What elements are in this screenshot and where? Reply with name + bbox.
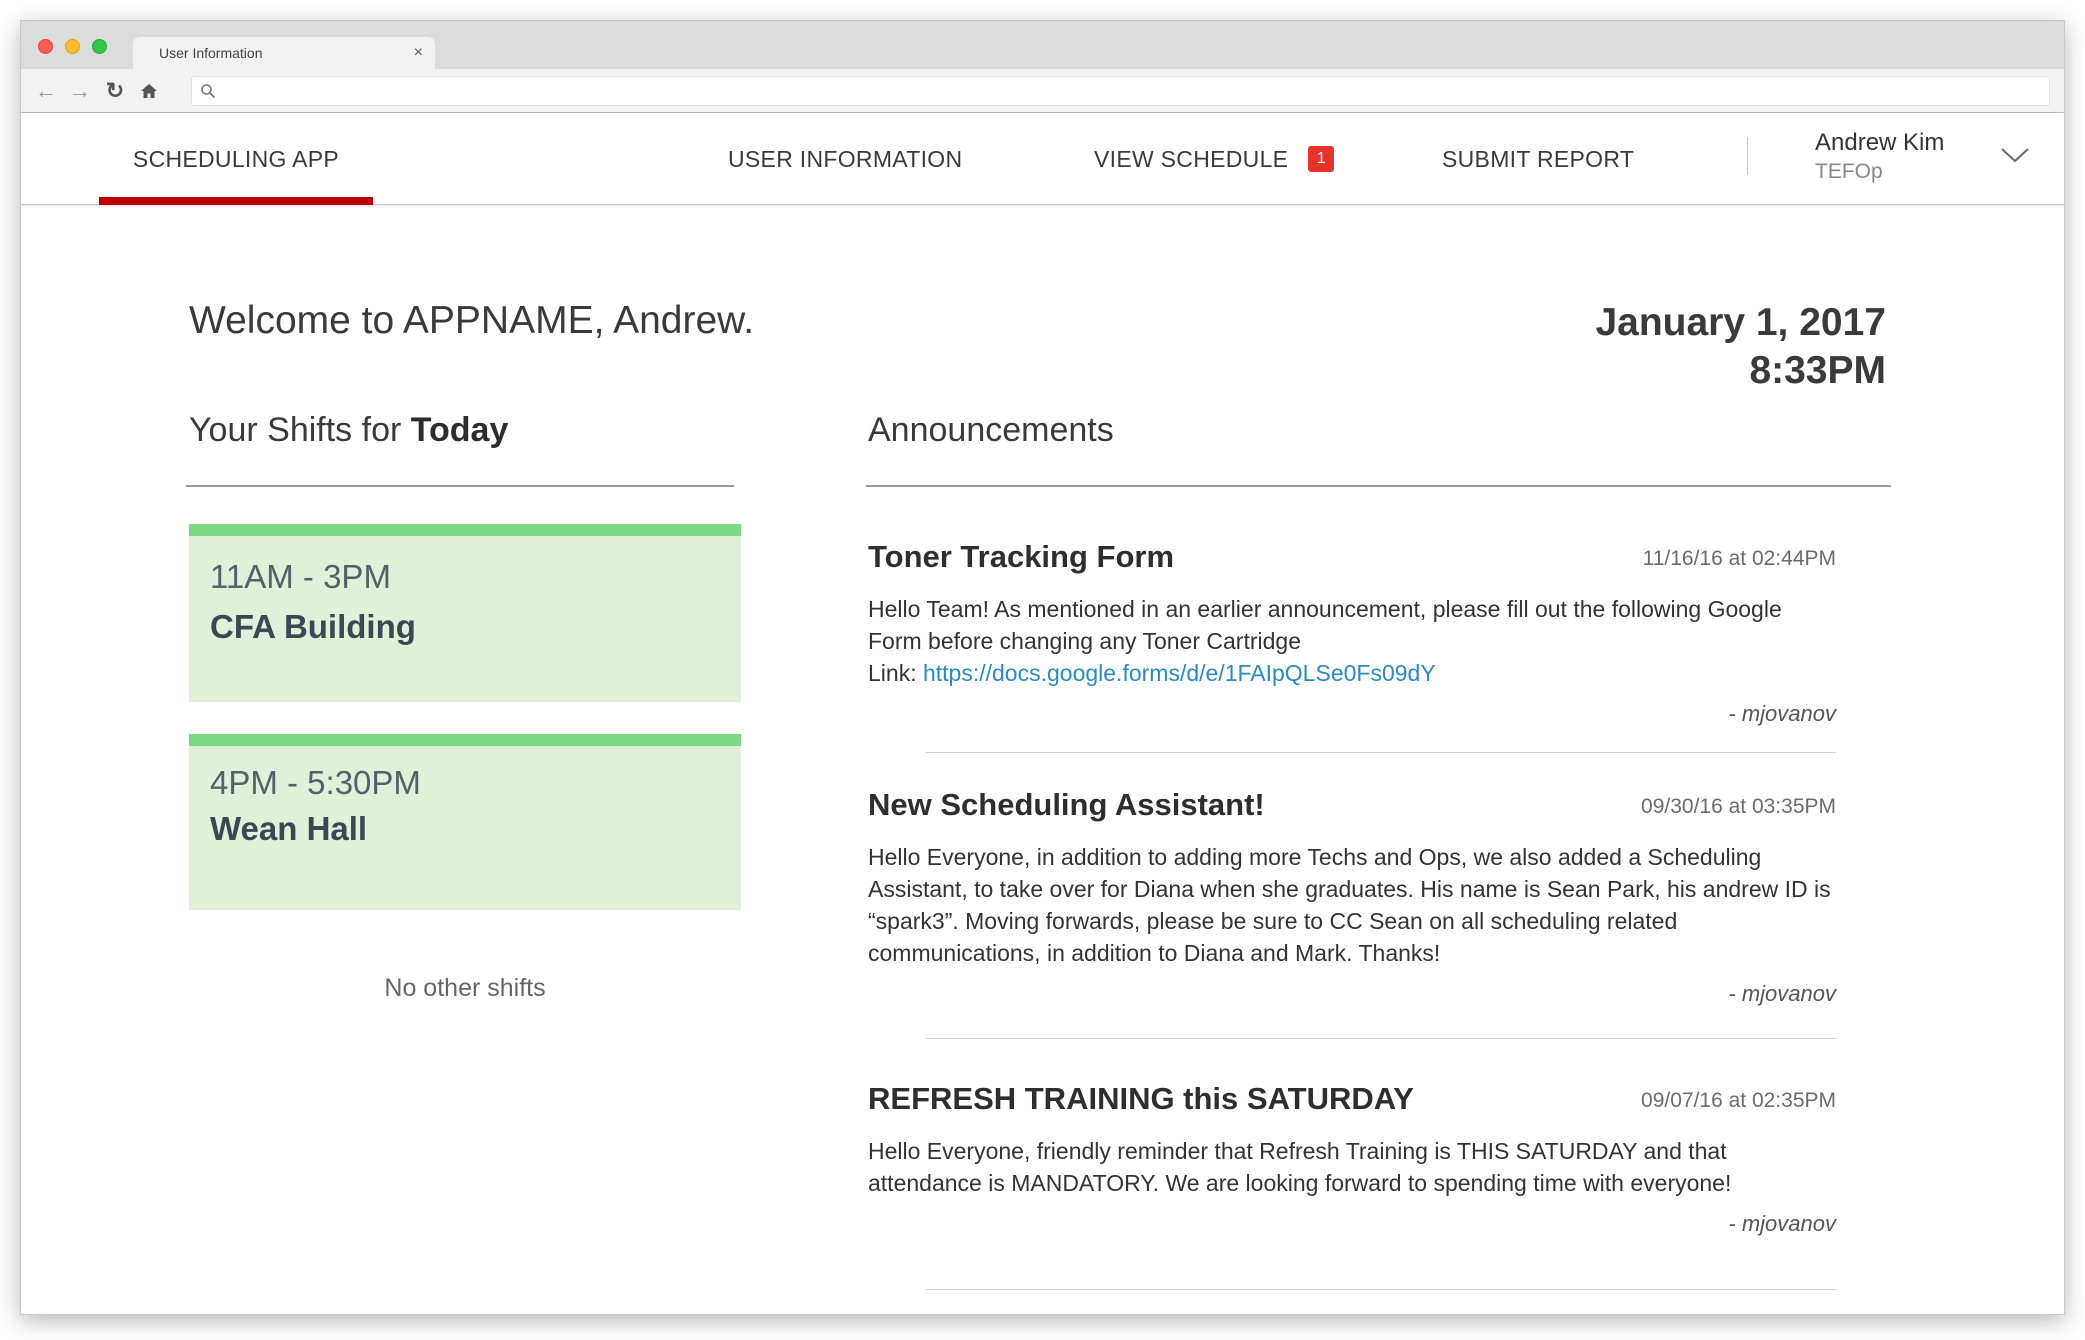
current-time: 8:33PM [1749, 349, 1886, 392]
current-datetime: January 1, 2017 8:33PM [1595, 299, 1886, 395]
nav-divider [1747, 137, 1748, 175]
announcement-title: Toner Tracking Form [868, 539, 1175, 574]
no-other-shifts-text: No other shifts [384, 974, 546, 1002]
user-role: TEFOp [1815, 160, 1883, 183]
welcome-heading: Welcome to APPNAME, Andrew. [189, 299, 755, 342]
chevron-down-icon[interactable] [2000, 145, 2030, 165]
shift-location: CFA Building [210, 608, 416, 645]
announcement-date: 09/07/16 at 02:35PM [1641, 1089, 1836, 1112]
active-tab-indicator [99, 197, 373, 205]
announcement-title: New Scheduling Assistant! [868, 787, 1265, 822]
shifts-title-today: Today [410, 411, 509, 449]
shift-card[interactable]: 4PM - 5:30PM Wean Hall [189, 734, 741, 910]
shifts-section-title: Your Shifts for Today [189, 411, 508, 450]
reload-icon[interactable]: ↻ [100, 76, 130, 106]
home-icon[interactable] [134, 76, 164, 106]
shift-time: 4PM - 5:30PM [210, 764, 421, 801]
minimize-window-button[interactable] [65, 39, 80, 54]
announcement-author: - mjovanov [1728, 701, 1836, 726]
search-icon [201, 84, 216, 99]
browser-tab-bar: User Information × [21, 21, 2064, 69]
browser-toolbar: ← → ↻ [21, 69, 2064, 113]
current-date: January 1, 2017 [1595, 301, 1886, 344]
announcement-item: Toner Tracking Form 11/16/16 at 02:44PM … [868, 539, 1836, 727]
address-bar[interactable] [191, 76, 2050, 106]
shifts-title-prefix: Your Shifts for [189, 411, 411, 449]
maximize-window-button[interactable] [92, 39, 107, 54]
announcements-divider [866, 485, 1891, 487]
nav-user-information[interactable]: USER INFORMATION [728, 113, 962, 205]
announcements-section-title: Announcements [868, 411, 1114, 449]
user-menu[interactable]: Andrew Kim TEFOp [1815, 128, 1944, 186]
nav-view-schedule[interactable]: VIEW SCHEDULE 1 [1094, 113, 1335, 205]
announcement-separator [926, 1038, 1836, 1039]
announcement-author: - mjovanov [1728, 1211, 1836, 1236]
announcement-date: 09/30/16 at 03:35PM [1641, 795, 1836, 818]
shift-location: Wean Hall [210, 810, 368, 847]
app-navbar: SCHEDULING APP USER INFORMATION VIEW SCH… [21, 113, 2064, 205]
announcement-separator [926, 1289, 1836, 1290]
browser-tab-title: User Information [159, 45, 263, 61]
announcement-body: Hello Team! As mentioned in an earlier a… [868, 593, 1836, 689]
announcement-title: REFRESH TRAINING this SATURDAY [868, 1081, 1414, 1116]
announcement-body: Hello Everyone, friendly reminder that R… [868, 1138, 1732, 1196]
announcement-link-label: Link: [868, 660, 923, 686]
nav-view-schedule-label: VIEW SCHEDULE [1094, 146, 1289, 172]
announcement-link[interactable]: https://docs.google.forms/d/e/1FAIpQLSe0… [923, 660, 1436, 686]
close-icon[interactable]: × [414, 37, 423, 69]
announcement-item: REFRESH TRAINING this SATURDAY 09/07/16 … [868, 1081, 1836, 1237]
announcement-date: 11/16/16 at 02:44PM [1642, 547, 1836, 570]
announcement-item: New Scheduling Assistant! 09/30/16 at 03… [868, 787, 1836, 1007]
forward-arrow-icon[interactable]: → [65, 76, 95, 106]
announcement-text: Hello Team! As mentioned in an earlier a… [868, 596, 1782, 654]
announcement-author: - mjovanov [1728, 981, 1836, 1006]
announcement-separator [926, 752, 1836, 753]
close-window-button[interactable] [38, 39, 53, 54]
announcement-body: Hello Everyone, in addition to adding mo… [868, 844, 1831, 966]
nav-submit-report[interactable]: SUBMIT REPORT [1442, 113, 1634, 205]
notification-badge: 1 [1308, 145, 1335, 172]
user-name: Andrew Kim [1815, 129, 1945, 156]
nav-brand-scheduling-app[interactable]: SCHEDULING APP [99, 113, 373, 205]
browser-tab[interactable]: User Information × [133, 37, 435, 69]
back-arrow-icon[interactable]: ← [31, 76, 61, 106]
browser-window: User Information × ← → ↻ SCHEDULING APP … [20, 20, 2065, 1315]
shifts-divider [186, 485, 734, 487]
shift-card[interactable]: 11AM - 3PM CFA Building [189, 524, 741, 702]
shift-time: 11AM - 3PM [210, 558, 391, 595]
